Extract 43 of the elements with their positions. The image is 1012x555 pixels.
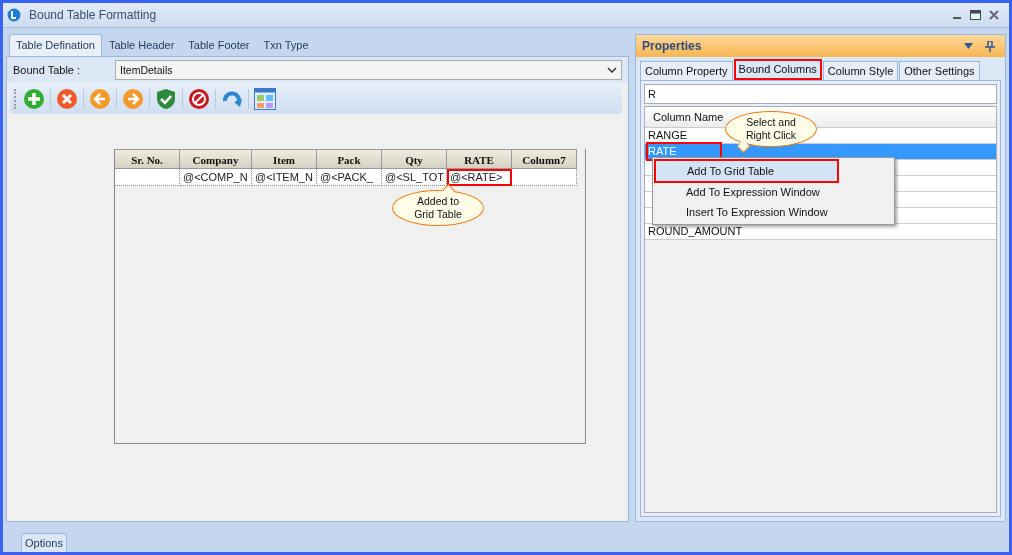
- table-cell: @<PACK_: [317, 169, 382, 186]
- column-header[interactable]: Pack: [317, 149, 382, 169]
- column-header[interactable]: Sr. No.: [115, 149, 180, 169]
- delete-icon[interactable]: [56, 88, 78, 110]
- list-item[interactable]: ROUND_AMOUNT: [645, 224, 996, 240]
- column-header[interactable]: Qty: [382, 149, 447, 169]
- search-field[interactable]: R: [644, 84, 997, 104]
- properties-header: Properties: [636, 35, 1005, 57]
- callout-tooltip: Added to Grid Table: [392, 186, 484, 226]
- refresh-icon[interactable]: [221, 88, 243, 110]
- tab[interactable]: Txn Type: [256, 34, 316, 56]
- maximize-icon[interactable]: [970, 10, 981, 20]
- table-cell: @<ITEM_N: [252, 169, 317, 186]
- menu-item[interactable]: Add To Expression Window: [655, 182, 892, 202]
- options-tab[interactable]: Options: [21, 533, 67, 552]
- bound-table-label: Bound Table :: [13, 64, 82, 76]
- menu-item[interactable]: Insert To Expression Window: [655, 202, 892, 222]
- tab[interactable]: Bound Columns: [733, 59, 822, 80]
- dropdown-arrow-icon[interactable]: [964, 43, 973, 49]
- table-cell: @<RATE>: [447, 169, 512, 186]
- tab[interactable]: Other Settings: [899, 61, 980, 80]
- tab[interactable]: Table Header: [101, 34, 182, 56]
- pin-icon[interactable]: [985, 40, 995, 52]
- table-cell: @<COMP_N: [180, 169, 252, 186]
- column-header[interactable]: Column7: [512, 149, 577, 169]
- menu-item[interactable]: Add To Grid Table: [655, 160, 838, 182]
- caret-icon: [607, 67, 617, 73]
- column-header[interactable]: Item: [252, 149, 317, 169]
- add-icon[interactable]: [23, 88, 45, 110]
- shield-check-icon[interactable]: [155, 88, 177, 110]
- close-icon[interactable]: [989, 10, 999, 20]
- tab[interactable]: Table Footer: [181, 34, 257, 56]
- bound-table-dropdown[interactable]: ItemDetails: [115, 60, 622, 80]
- tab[interactable]: Column Style: [822, 61, 899, 80]
- window-title: Bound Table Formatting: [29, 8, 157, 22]
- tab[interactable]: Column Property: [640, 61, 733, 80]
- column-header[interactable]: RATE: [447, 149, 512, 169]
- layout-grid-icon[interactable]: [254, 88, 276, 110]
- column-header[interactable]: Company: [180, 149, 252, 169]
- app-logo-icon: [7, 8, 21, 22]
- table-cell: @<SL_TOT: [382, 169, 447, 186]
- no-entry-icon[interactable]: [188, 88, 210, 110]
- tab[interactable]: Table Defination: [9, 34, 102, 56]
